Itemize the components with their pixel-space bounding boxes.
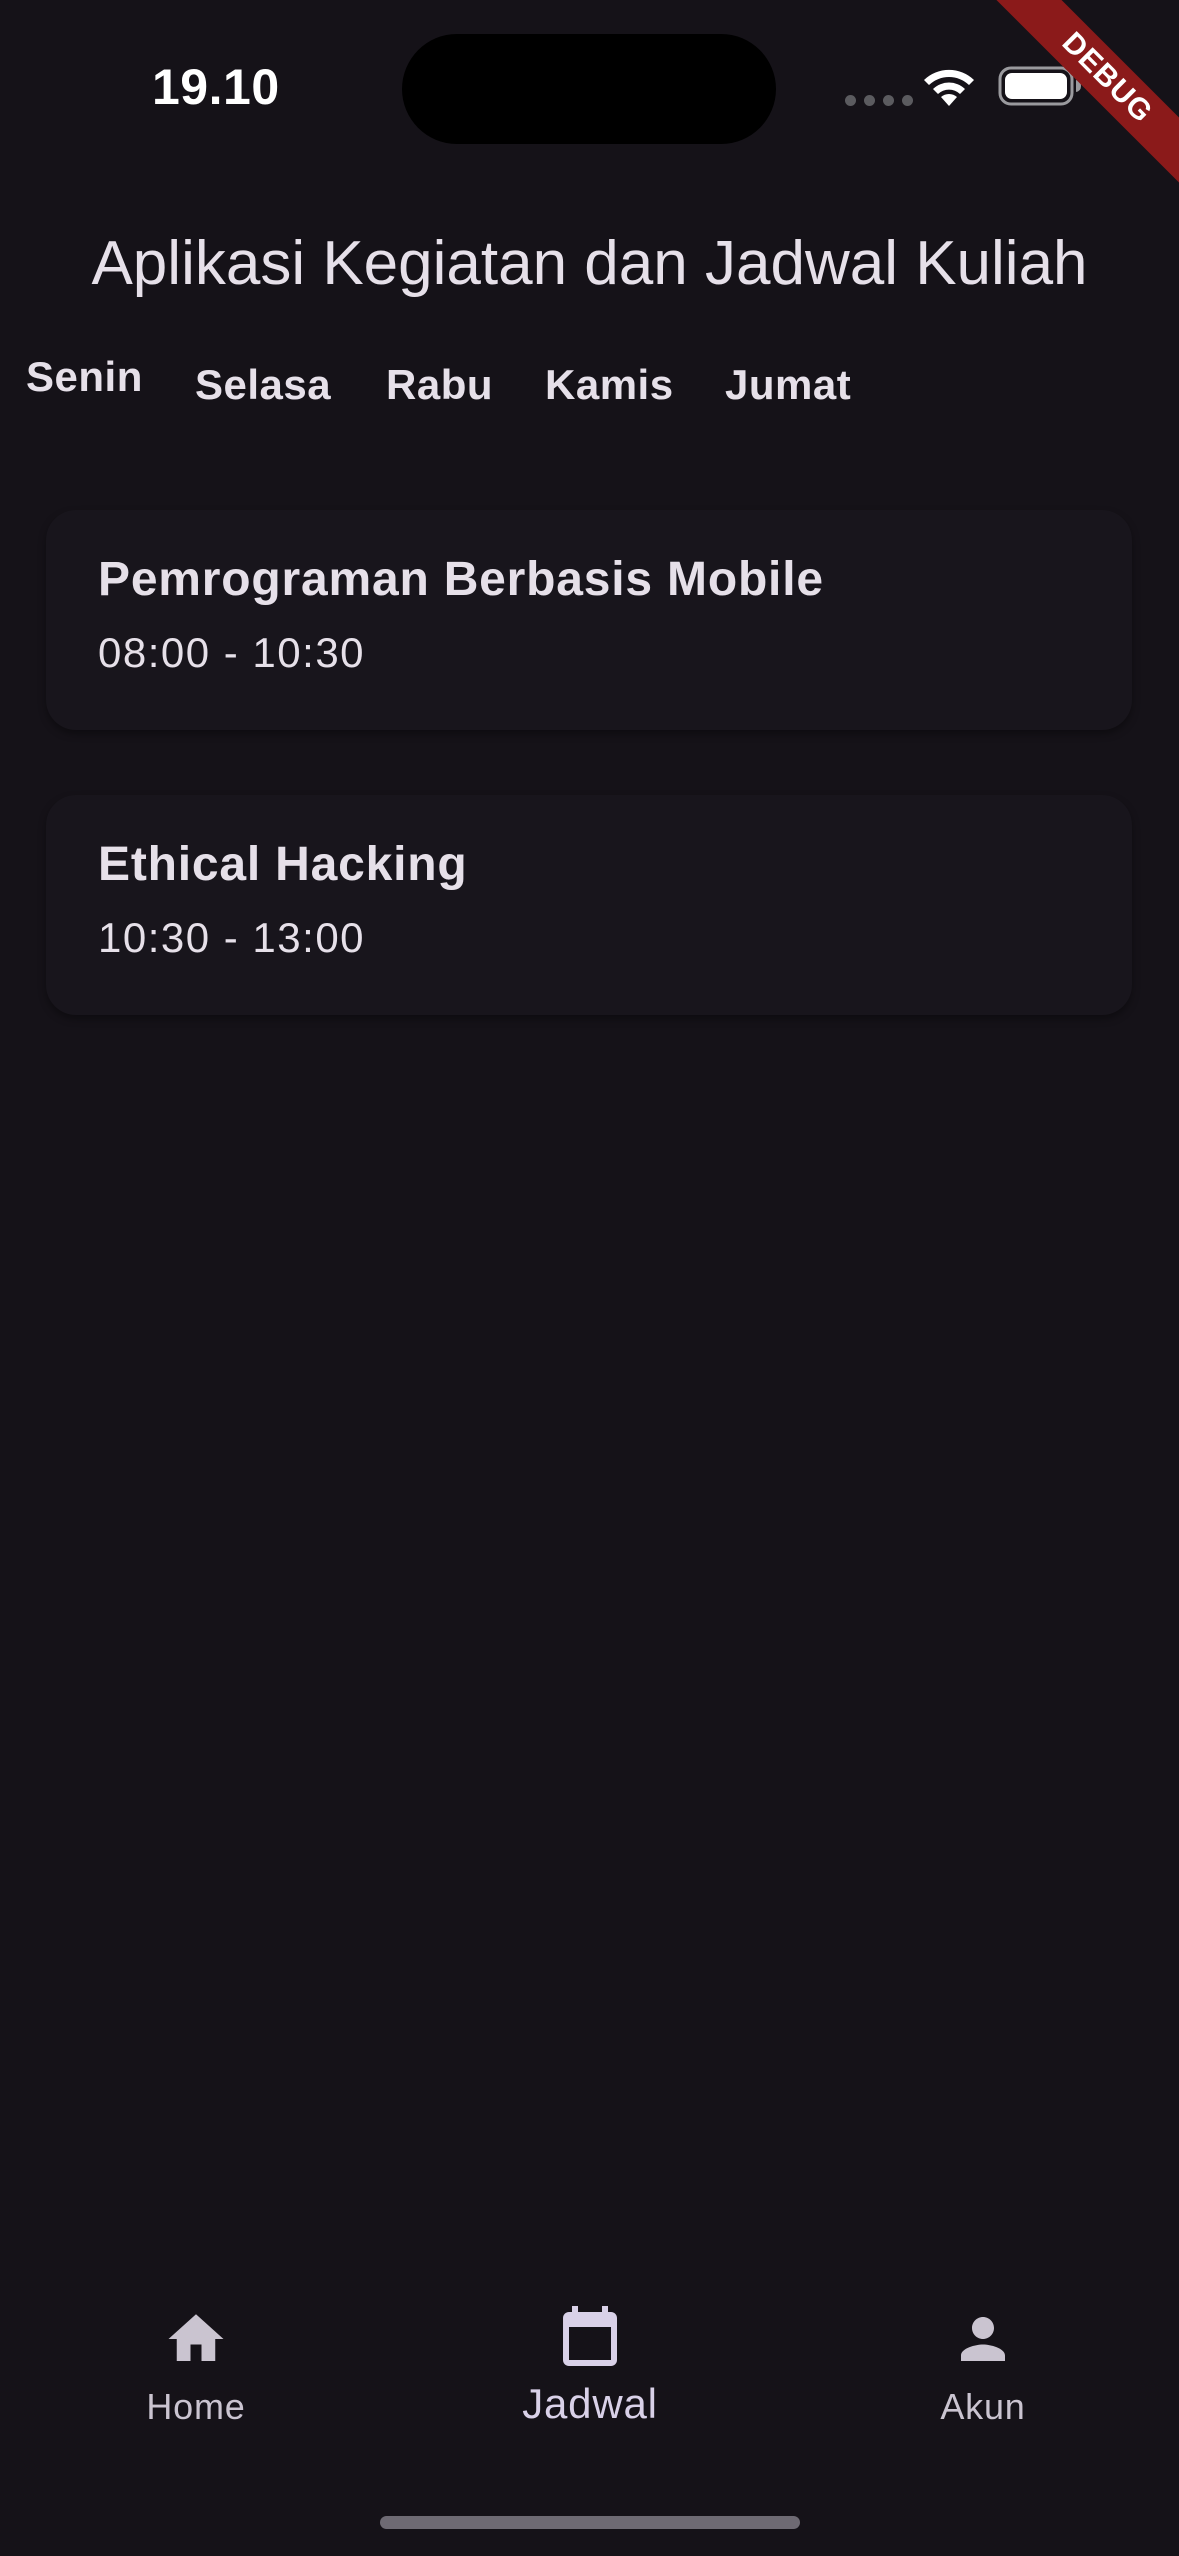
status-time: 19.10 [152, 59, 280, 115]
cellular-signal-icon [845, 95, 913, 106]
course-name: Ethical Hacking [98, 838, 468, 891]
home-indicator [380, 2516, 800, 2529]
debug-banner: DEBUG [979, 0, 1179, 200]
nav-label-home: Home [146, 2386, 246, 2427]
tab-selasa[interactable]: Selasa [195, 361, 331, 409]
schedule-list: Pemrograman Berbasis Mobile 08:00 - 10:3… [46, 510, 1132, 1080]
schedule-card[interactable]: Ethical Hacking 10:30 - 13:00 [46, 795, 1132, 1015]
person-icon [961, 2317, 1005, 2361]
course-name: Pemrograman Berbasis Mobile [98, 553, 824, 606]
nav-item-jadwal[interactable]: Jadwal [440, 2280, 740, 2460]
wifi-icon [924, 69, 974, 106]
page-title: Aplikasi Kegiatan dan Jadwal Kuliah [91, 229, 1088, 298]
bottom-navigation: Home Jadwal Akun [0, 2280, 1179, 2480]
course-time: 08:00 - 10:30 [98, 629, 366, 676]
home-icon [168, 2314, 224, 2361]
day-tab-bar: Senin Selasa Rabu Kamis Jumat [0, 345, 1179, 435]
nav-item-home[interactable]: Home [46, 2280, 346, 2460]
nav-item-akun[interactable]: Akun [833, 2280, 1133, 2460]
tab-rabu[interactable]: Rabu [386, 361, 493, 409]
calendar-icon [563, 2306, 617, 2366]
tab-senin[interactable]: Senin [26, 353, 143, 401]
dynamic-island [402, 34, 776, 144]
nav-label-akun: Akun [940, 2386, 1026, 2427]
course-time: 10:30 - 13:00 [98, 914, 366, 961]
nav-label-jadwal: Jadwal [522, 2380, 658, 2427]
debug-label: DEBUG [979, 0, 1179, 200]
tab-jumat[interactable]: Jumat [725, 361, 851, 409]
schedule-card[interactable]: Pemrograman Berbasis Mobile 08:00 - 10:3… [46, 510, 1132, 730]
tab-kamis[interactable]: Kamis [545, 361, 674, 409]
